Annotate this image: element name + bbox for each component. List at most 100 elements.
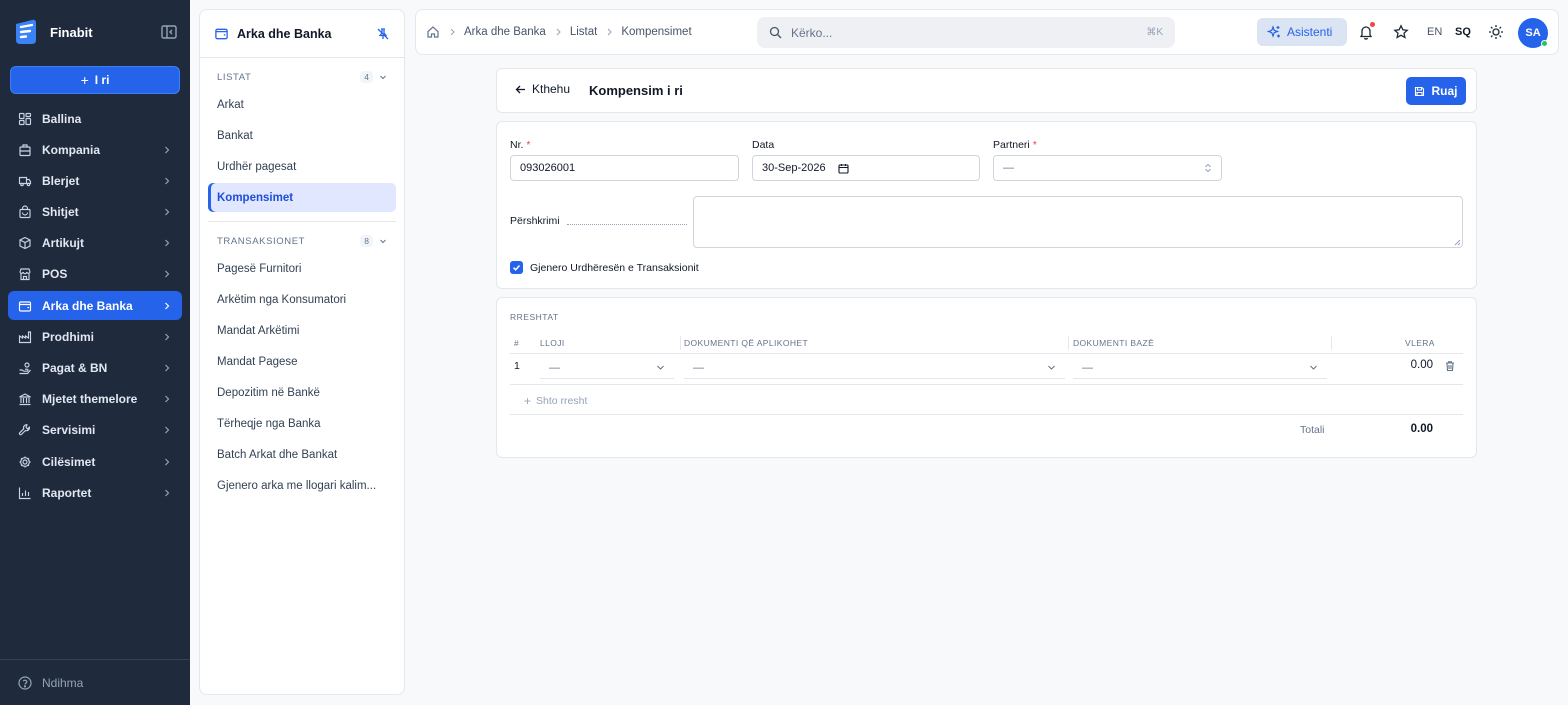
main-sidebar: Finabit + I ri Ballina Kompania Blerjet Shi…	[0, 0, 190, 705]
assistant-button[interactable]: Asistenti	[1257, 18, 1347, 46]
add-row-button[interactable]: + Shto rresht	[524, 394, 587, 408]
sub-nav-item[interactable]: Arkat	[208, 90, 396, 119]
help-link[interactable]: Ndihma	[0, 659, 190, 705]
chevron-right-icon	[165, 271, 170, 278]
nav-item[interactable]: Arka dhe Banka	[8, 291, 182, 321]
base-doc-select[interactable]: —	[1073, 357, 1327, 379]
nav-item-label: Blerjet	[42, 173, 80, 188]
lang-sq[interactable]: SQ	[1455, 26, 1471, 38]
hand-coins-icon	[19, 362, 31, 375]
sub-panel-title: Arka dhe Banka	[237, 26, 332, 41]
date-field[interactable]: 30-Sep-2026	[752, 155, 980, 181]
nav-item[interactable]: Ballina	[8, 104, 182, 133]
partner-select[interactable]: —	[993, 155, 1222, 181]
nav-item-label: Kompania	[42, 142, 101, 157]
section-header[interactable]: LISTAT 4	[200, 70, 404, 84]
col-separator	[1331, 336, 1332, 350]
check-icon	[512, 264, 521, 271]
chevron-right-icon	[450, 28, 455, 36]
generate-order-checkbox[interactable]	[510, 261, 523, 274]
nav-item[interactable]: POS	[8, 260, 182, 289]
nav-item[interactable]: Prodhimi	[8, 322, 182, 351]
row-value[interactable]: 0.00	[1411, 359, 1433, 371]
wallet-icon	[215, 28, 228, 40]
nav-item[interactable]: Shitjet	[8, 198, 182, 227]
notification-dot	[1370, 22, 1375, 27]
sub-nav-item[interactable]: Depozitim në Bankë	[208, 378, 396, 407]
online-status-dot	[1541, 40, 1548, 47]
type-value: —	[549, 361, 560, 374]
app-name: Finabit	[50, 24, 93, 40]
calendar-icon[interactable]	[838, 163, 849, 174]
section-header[interactable]: TRANSAKSIONET 8	[200, 234, 404, 248]
save-button[interactable]: Ruaj	[1406, 77, 1466, 105]
sub-nav-item[interactable]: Mandat Pagese	[208, 347, 396, 376]
nav-item[interactable]: Mjetet themelore	[8, 385, 182, 414]
type-select[interactable]: —	[540, 357, 674, 379]
nav-item[interactable]: Cilësimet	[8, 447, 182, 476]
sub-nav-item[interactable]: Arkëtim nga Konsumatori	[208, 285, 396, 314]
section-count-badge: 4	[360, 71, 373, 83]
nr-field[interactable]: 093026001	[510, 155, 739, 181]
sub-nav-item[interactable]: Pagesë Furnitori	[208, 254, 396, 283]
chevron-down-icon	[1310, 365, 1317, 370]
sub-nav-item[interactable]: Urdhër pagesat	[208, 152, 396, 181]
col-header-number: #	[514, 338, 520, 348]
nav-item-label: Raportet	[42, 485, 92, 500]
back-button[interactable]: Kthehu	[515, 82, 570, 96]
col-header-type: LLOJI	[540, 338, 565, 348]
nr-label: Nr. *	[510, 139, 531, 151]
breadcrumb-item[interactable]: Listat	[570, 26, 598, 38]
nav-item-label: Servisimi	[42, 423, 96, 438]
nav-item-label: Artikujt	[42, 236, 84, 251]
lang-en[interactable]: EN	[1427, 26, 1442, 38]
search-input[interactable]	[791, 25, 1147, 40]
sub-nav-item[interactable]: Mandat Arkëtimi	[208, 316, 396, 345]
col-header-base-doc: DOKUMENTI BAZË	[1073, 338, 1155, 348]
chevron-right-icon	[165, 458, 170, 465]
add-row-label: Shto rresht	[536, 395, 588, 407]
table-header-divider	[510, 353, 1463, 354]
breadcrumb-current: Kompensimet	[621, 26, 692, 38]
nav-item[interactable]: Artikujt	[8, 229, 182, 258]
form-card: Nr. * 093026001 Data 30-Sep-2026 Partner…	[496, 121, 1477, 289]
sub-nav-item[interactable]: Bankat	[208, 121, 396, 150]
breadcrumb: Arka dhe Banka Listat Kompensimet	[426, 25, 692, 39]
chevron-right-icon	[165, 208, 170, 216]
description-textarea[interactable]	[693, 196, 1463, 248]
unpin-icon[interactable]	[376, 27, 390, 41]
col-header-applied-doc: DOKUMENTI QË APLIKOHET	[684, 338, 809, 348]
landmark-icon	[19, 393, 31, 406]
sun-icon[interactable]	[1488, 24, 1504, 40]
breadcrumb-item[interactable]: Arka dhe Banka	[464, 26, 546, 38]
nav-item[interactable]: Pagat & BN	[8, 354, 182, 383]
applied-doc-select[interactable]: —	[684, 357, 1065, 379]
resize-handle-icon[interactable]	[1454, 239, 1461, 246]
new-button[interactable]: + I ri	[10, 66, 180, 94]
sub-nav-item[interactable]: Batch Arkat dhe Bankat	[208, 440, 396, 469]
rows-card: RRESHTAT # LLOJI DOKUMENTI QË APLIKOHET …	[496, 297, 1477, 458]
star-icon[interactable]	[1393, 24, 1409, 40]
home-icon[interactable]	[426, 25, 440, 39]
box-icon	[19, 237, 31, 250]
nav-item[interactable]: Servisimi	[8, 416, 182, 445]
sub-nav-item[interactable]: Gjenero arka me llogari kalim...	[208, 471, 396, 500]
truck-icon	[18, 176, 32, 187]
search-box[interactable]: ⌘K	[757, 17, 1175, 48]
nav-item[interactable]: Kompania	[8, 135, 182, 164]
col-header-value: VLERA	[1405, 338, 1435, 348]
sub-nav-item[interactable]: Kompensimet	[208, 183, 396, 212]
nav-item-label: Mjetet themelore	[42, 392, 138, 407]
dashboard-icon	[18, 112, 32, 125]
sub-nav-item[interactable]: Tërheqje nga Banka	[208, 409, 396, 438]
search-shortcut: ⌘K	[1146, 27, 1163, 38]
chevron-right-icon	[165, 177, 170, 185]
row-divider	[510, 384, 1463, 385]
nav-item[interactable]: Blerjet	[8, 166, 182, 195]
trash-icon[interactable]	[1444, 360, 1456, 372]
page-title: Kompensim i ri	[589, 83, 683, 98]
sidebar-collapse-icon[interactable]	[160, 23, 178, 41]
save-icon	[1415, 86, 1425, 96]
section-list: Pagesë Furnitori Arkëtim nga Konsumatori M…	[208, 254, 396, 500]
nav-item[interactable]: Raportet	[8, 478, 182, 507]
